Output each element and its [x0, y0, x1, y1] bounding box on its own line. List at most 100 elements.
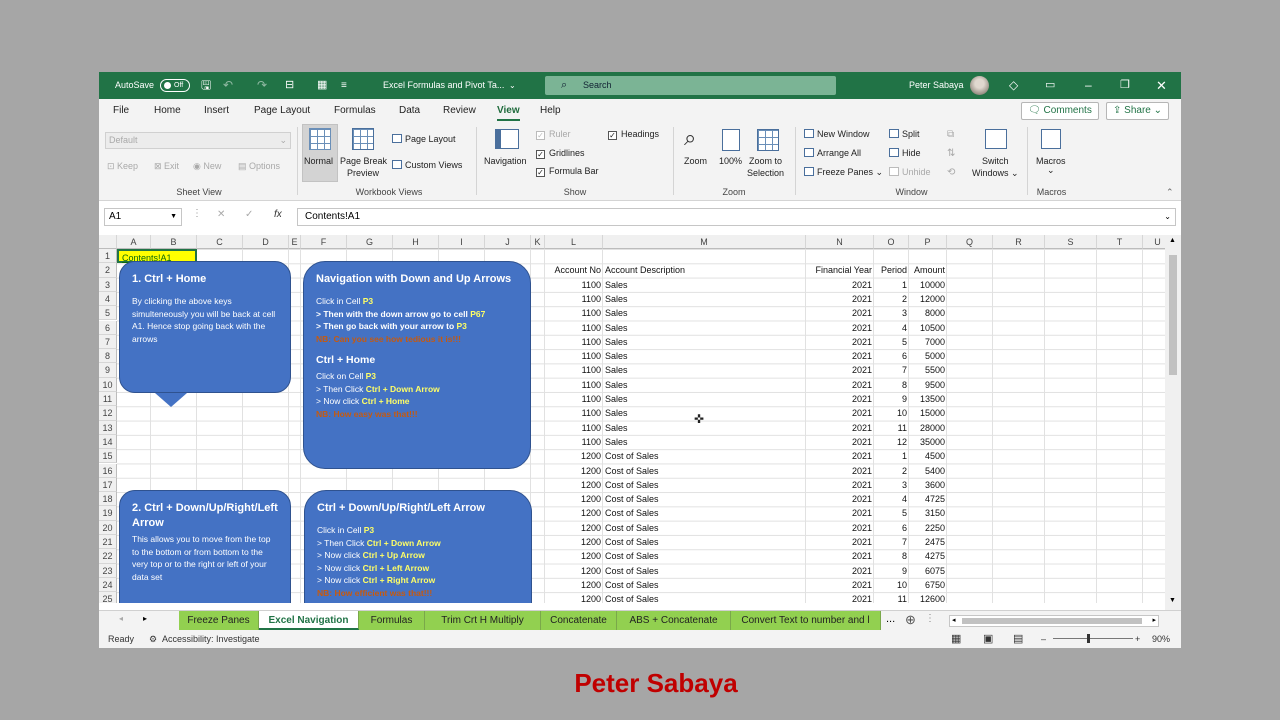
- zoom-icon[interactable]: ⌕: [684, 125, 696, 151]
- table-cell[interactable]: 1200: [547, 478, 601, 492]
- row-header[interactable]: 16: [99, 463, 117, 478]
- row-header[interactable]: 9: [99, 363, 117, 378]
- table-cell[interactable]: 10500: [911, 321, 945, 335]
- save-icon[interactable]: 🖫: [201, 72, 211, 99]
- spreadsheet-grid[interactable]: ABCDEFGHIJKLMNOPQRSTU 1 2 3 4 5 6 7 8 9 10 11 12 13 1…: [99, 235, 1165, 603]
- table-cell[interactable]: 9: [876, 392, 907, 406]
- table-cell[interactable]: 5400: [911, 464, 945, 478]
- table-cell[interactable]: 2475: [911, 535, 945, 549]
- table-cell[interactable]: 2021: [808, 435, 872, 449]
- table-cell[interactable]: 5500: [911, 363, 945, 377]
- column-header[interactable]: E: [289, 235, 301, 249]
- table-cell[interactable]: Sales: [605, 278, 804, 292]
- table-cell[interactable]: 10: [876, 406, 907, 420]
- zoom-selection-icon[interactable]: [757, 129, 779, 151]
- unhide-button[interactable]: Unhide: [889, 167, 931, 177]
- column-header[interactable]: H: [393, 235, 439, 249]
- table-cell[interactable]: Sales: [605, 406, 804, 420]
- table-cell[interactable]: Cost of Sales: [605, 506, 804, 520]
- more-sheets-button[interactable]: ...: [886, 613, 895, 625]
- table-cell[interactable]: 1200: [547, 506, 601, 520]
- table-cell[interactable]: 2: [876, 464, 907, 478]
- column-header[interactable]: Q: [947, 235, 993, 249]
- row-header[interactable]: 24: [99, 577, 117, 593]
- row-header[interactable]: 1: [99, 249, 117, 264]
- table-cell[interactable]: 11: [876, 592, 907, 603]
- row-header[interactable]: 20: [99, 520, 117, 535]
- column-header[interactable]: P: [909, 235, 947, 249]
- enter-icon[interactable]: ✓: [245, 209, 253, 220]
- table-cell[interactable]: 2021: [808, 363, 872, 377]
- table-cell[interactable]: 12000: [911, 292, 945, 306]
- headings-checkbox[interactable]: ✓ Headings: [608, 129, 659, 140]
- table-cell[interactable]: 2021: [808, 392, 872, 406]
- table-cell[interactable]: 35000: [911, 435, 945, 449]
- table-cell[interactable]: 3150: [911, 506, 945, 520]
- column-header[interactable]: S: [1045, 235, 1097, 249]
- arrange-all-button[interactable]: Arrange All: [804, 148, 861, 158]
- row-header[interactable]: 14: [99, 434, 117, 450]
- row-header[interactable]: 12: [99, 406, 117, 421]
- column-header[interactable]: M: [603, 235, 806, 249]
- tab-file[interactable]: File: [113, 99, 129, 123]
- new-window-button[interactable]: New Window: [804, 129, 870, 139]
- table-cell[interactable]: 1200: [547, 492, 601, 506]
- table-cell[interactable]: Sales: [605, 321, 804, 335]
- table-cell[interactable]: 3: [876, 478, 907, 492]
- table-cell[interactable]: 1100: [547, 278, 601, 292]
- zoom-out-icon[interactable]: –: [1041, 630, 1046, 648]
- form-icon[interactable]: ▦: [317, 72, 327, 99]
- row-header[interactable]: 2: [99, 263, 117, 278]
- table-cell[interactable]: Cost of Sales: [605, 478, 804, 492]
- custom-views-button[interactable]: Custom Views: [392, 160, 462, 170]
- table-cell[interactable]: 2021: [808, 421, 872, 435]
- table-cell[interactable]: 10: [876, 578, 907, 592]
- table-cell[interactable]: 3600: [911, 478, 945, 492]
- options-button[interactable]: ▤ Options: [238, 161, 280, 172]
- row-header[interactable]: 8: [99, 349, 117, 364]
- row-header[interactable]: 13: [99, 420, 117, 435]
- table-cell[interactable]: 1100: [547, 406, 601, 420]
- avatar[interactable]: [970, 76, 989, 95]
- table-cell[interactable]: 12600: [911, 592, 945, 603]
- table-cell[interactable]: 9: [876, 564, 907, 578]
- normal-view-status-icon[interactable]: ▦: [951, 630, 961, 648]
- table-cell[interactable]: Sales: [605, 363, 804, 377]
- tab-data[interactable]: Data: [399, 99, 420, 123]
- table-cell[interactable]: 5000: [911, 349, 945, 363]
- table-cell[interactable]: 2021: [808, 292, 872, 306]
- table-cell[interactable]: 13500: [911, 392, 945, 406]
- table-cell[interactable]: 2021: [808, 564, 872, 578]
- column-header[interactable]: C: [197, 235, 243, 249]
- table-cell[interactable]: 15000: [911, 406, 945, 420]
- table-cell[interactable]: 7: [876, 363, 907, 377]
- table-cell[interactable]: 4: [876, 492, 907, 506]
- table-cell[interactable]: 1200: [547, 564, 601, 578]
- table-cell[interactable]: Sales: [605, 292, 804, 306]
- table-cell[interactable]: 1100: [547, 349, 601, 363]
- page-layout-status-icon[interactable]: ▣: [983, 630, 993, 648]
- reset-position-icon[interactable]: ⟲: [947, 167, 955, 178]
- table-cell[interactable]: 4: [876, 321, 907, 335]
- tab-help[interactable]: Help: [540, 99, 561, 123]
- row-header[interactable]: 5: [99, 306, 117, 321]
- table-cell[interactable]: Cost of Sales: [605, 549, 804, 563]
- table-cell[interactable]: 8: [876, 549, 907, 563]
- table-cell[interactable]: 2021: [808, 535, 872, 549]
- table-cell[interactable]: 1100: [547, 378, 601, 392]
- table-cell[interactable]: 2021: [808, 306, 872, 320]
- horizontal-scroll-thumb[interactable]: [962, 618, 1142, 624]
- sheet-tab-concatenate[interactable]: Concatenate: [541, 611, 617, 630]
- column-header[interactable]: F: [301, 235, 347, 249]
- undo-icon[interactable]: ↶: [223, 72, 233, 99]
- insert-function-icon[interactable]: fx: [274, 209, 282, 220]
- quick-access-icon[interactable]: ⊟: [285, 72, 294, 99]
- table-cell[interactable]: 2021: [808, 449, 872, 463]
- table-cell[interactable]: 6: [876, 521, 907, 535]
- table-cell[interactable]: 4725: [911, 492, 945, 506]
- file-name[interactable]: Excel Formulas and Pivot Ta...: [383, 72, 504, 99]
- table-cell[interactable]: Cost of Sales: [605, 449, 804, 463]
- column-header[interactable]: D: [243, 235, 289, 249]
- table-cell[interactable]: Account No: [547, 263, 601, 277]
- table-cell[interactable]: 1200: [547, 521, 601, 535]
